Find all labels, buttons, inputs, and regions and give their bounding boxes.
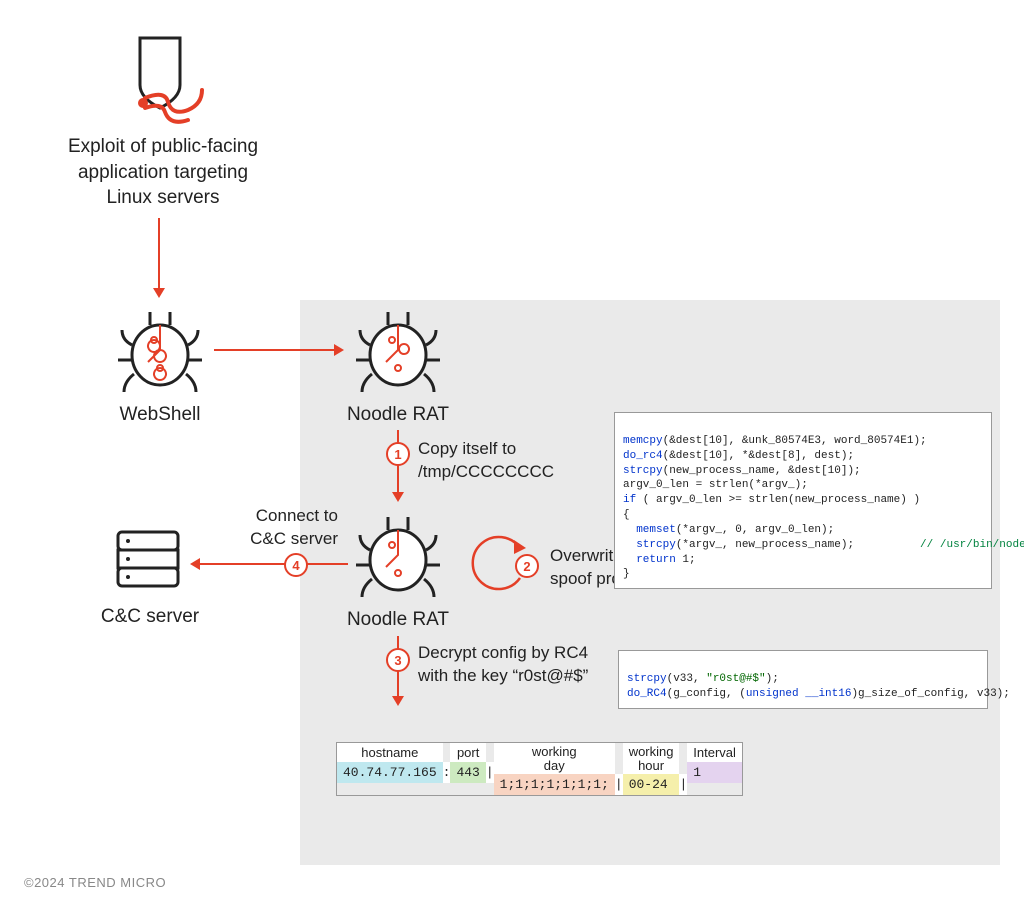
cfg-h-day: working day: [494, 743, 615, 774]
cc-server-icon: [108, 520, 188, 600]
sep: |: [679, 774, 687, 795]
t: );: [766, 673, 779, 685]
t: do_RC4: [627, 688, 667, 700]
arrow-webshell-to-noodle: [214, 349, 334, 351]
webshell-icon: [110, 300, 210, 400]
t: (v33,: [667, 673, 707, 685]
cfg-h-hour: working hour: [623, 743, 680, 774]
t: (*argv_, 0, argv_0_len);: [676, 524, 834, 536]
cfg-v-port: 443: [450, 762, 485, 783]
t: do_rc4: [623, 450, 663, 462]
code-argv-spoof: memcpy(&dest[10], &unk_80574E3, word_805…: [614, 412, 992, 589]
t: ( argv_0_len >= strlen(new_process_name)…: [636, 494, 920, 506]
cfg-h-hostname: hostname: [337, 743, 443, 762]
t: (*argv_, new_process_name);: [676, 539, 854, 551]
t: memset: [623, 524, 676, 536]
sep: |: [486, 762, 494, 783]
sep: |: [615, 774, 623, 795]
arrowhead: [392, 492, 404, 502]
exploit-label: Exploit of public-facing application tar…: [58, 134, 268, 211]
cfg-v-hostname: 40.74.77.165: [337, 762, 443, 783]
cfg-h-port: port: [450, 743, 485, 762]
cfg-v-day: 1;1;1;1;1;1;1;: [494, 774, 615, 795]
arrowhead: [190, 558, 200, 570]
noodle-rat-icon-1: [348, 300, 448, 400]
t: {: [623, 509, 630, 521]
t: strcpy: [627, 673, 667, 685]
t: (&dest[10], &unk_80574E3, word_80574E1);: [663, 435, 927, 447]
arrowhead: [153, 288, 165, 298]
t: memcpy: [623, 435, 663, 447]
t: "r0st@#$": [706, 673, 765, 685]
noodle-rat-label-1: Noodle RAT: [338, 402, 458, 428]
step4-badge: 4: [284, 553, 308, 577]
t: (&dest[10], *&dest[8], dest);: [663, 450, 854, 462]
arrow-exploit-to-webshell: [158, 218, 160, 288]
noodle-rat-label-2: Noodle RAT: [338, 607, 458, 633]
t: if: [623, 494, 636, 506]
step2-badge: 2: [515, 554, 539, 578]
copyright: ©2024 TREND MICRO: [24, 875, 166, 890]
t: return: [623, 554, 676, 566]
sep: :: [443, 762, 451, 783]
step4-label: Connect to C&C server: [218, 505, 338, 551]
t: strcpy: [623, 539, 676, 551]
code-rc4-decrypt: strcpy(v33, "r0st@#$"); do_RC4(g_config,…: [618, 650, 988, 709]
noodle-rat-icon-2: [348, 505, 448, 605]
arrow-step4: [200, 563, 348, 565]
cfg-v-hour: 00-24: [623, 774, 680, 795]
t: (new_process_name, &dest[10]);: [663, 465, 861, 477]
step3-badge: 3: [386, 648, 410, 672]
arrowhead: [392, 696, 404, 706]
config-table: hostname 40.74.77.165 x: port 443 x| wor…: [336, 742, 743, 796]
t: unsigned __int16: [746, 688, 852, 700]
webshell-label: WebShell: [110, 402, 210, 428]
cc-server-label: C&C server: [90, 604, 210, 630]
t: 1;: [676, 554, 696, 566]
t: }: [623, 568, 630, 580]
exploit-icon: [110, 30, 210, 130]
cfg-h-interval: Interval: [687, 743, 742, 762]
step3-label: Decrypt config by RC4 with the key “r0st…: [418, 642, 638, 688]
t: (g_config, (: [667, 688, 746, 700]
cfg-v-interval: 1: [687, 762, 742, 783]
t: strcpy: [623, 465, 663, 477]
step1-label: Copy itself to /tmp/CCCCCCCC: [418, 438, 618, 484]
t: // /usr/bin/node: [854, 539, 1024, 551]
t: argv_0_len = strlen(*argv_);: [623, 479, 808, 491]
step1-badge: 1: [386, 442, 410, 466]
arrowhead: [334, 344, 344, 356]
t: )g_size_of_config, v33);: [851, 688, 1009, 700]
